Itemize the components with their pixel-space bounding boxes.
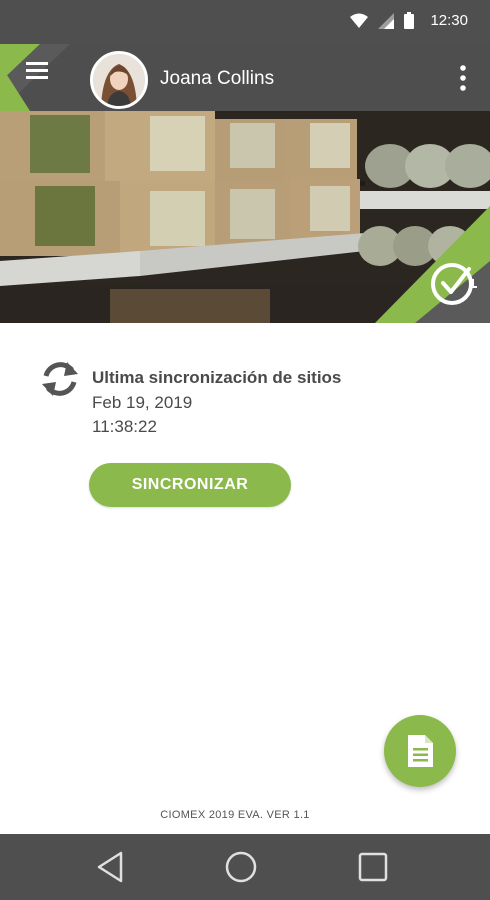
status-bar: 12:30 [0,0,490,44]
document-fab-button[interactable] [384,715,456,787]
app-bar: Joana Collins [0,44,490,111]
more-vert-icon[interactable] [456,64,470,92]
recents-icon[interactable] [355,849,391,885]
hero-banner [0,111,490,323]
sync-icon [42,362,78,396]
sync-date: Feb 19, 2019 [92,393,193,412]
sync-button[interactable]: SINCRONIZAR [89,463,291,507]
hero-shelf-image [0,111,490,323]
signal-icon [378,12,395,29]
system-nav-bar [0,834,490,900]
avatar-portrait [93,54,145,106]
app-version-label: CIOMEX 2019 EVA. VER 1.1 [160,809,310,821]
battery-icon [404,12,415,29]
status-icons: 12:30 [350,12,468,29]
sync-title: Ultima sincronización de sitios [92,368,342,387]
document-icon [408,735,433,767]
home-icon[interactable] [223,849,259,885]
back-icon[interactable] [93,849,129,885]
avatar[interactable] [90,51,148,109]
check-clock-logo-icon [431,263,477,305]
wifi-icon [350,13,369,28]
hamburger-menu-icon[interactable] [24,58,52,82]
status-time: 12:30 [430,12,468,29]
sync-time: 11:38:22 [92,417,157,436]
user-name: Joana Collins [160,68,275,89]
